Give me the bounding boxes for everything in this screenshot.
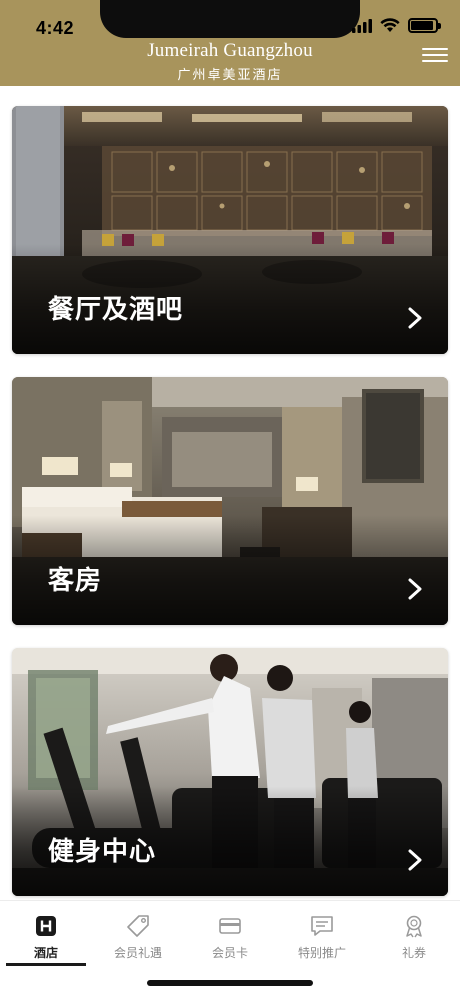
hamburger-menu-icon[interactable]: [422, 46, 448, 64]
chevron-right-icon: [408, 307, 422, 329]
card-restaurant-bar[interactable]: 餐厅及酒吧: [12, 106, 448, 354]
card-label: 客房: [48, 565, 103, 595]
chevron-right-icon: [408, 849, 422, 871]
tab-label: 特别推广: [297, 946, 346, 960]
tab-vouchers[interactable]: 礼券: [368, 901, 460, 966]
tab-label: 会员礼遇: [113, 946, 162, 960]
bottom-tab-bar: 酒店 会员礼遇 会员卡 特别推广 礼券: [0, 900, 460, 966]
tab-label: 会员卡: [211, 946, 248, 960]
tab-label: 礼券: [401, 946, 426, 960]
award-ribbon-icon: [406, 915, 422, 938]
card-icon: [219, 918, 241, 934]
app-header: 4:42 Jumeirah Guangzhou 广州卓美亚酒店: [0, 0, 460, 86]
message-icon: [311, 916, 333, 936]
device-notch: [100, 0, 360, 38]
hotel-h-icon: [36, 916, 56, 936]
tab-label: 酒店: [33, 946, 58, 960]
tab-member-card[interactable]: 会员卡: [184, 901, 276, 966]
card-label: 餐厅及酒吧: [48, 294, 184, 324]
brand-name-chinese: 广州卓美亚酒店: [177, 67, 283, 82]
tab-hotel[interactable]: 酒店: [0, 901, 92, 966]
tab-special-promotions[interactable]: 特别推广: [276, 901, 368, 966]
home-indicator[interactable]: [147, 980, 313, 986]
card-fitness-center[interactable]: 健身中心: [12, 648, 448, 896]
wifi-icon: [380, 18, 400, 32]
battery-icon: [408, 18, 441, 33]
signal-icon: [352, 18, 372, 33]
chevron-right-icon: [408, 578, 422, 600]
card-label: 健身中心: [48, 836, 157, 866]
brand-name-english: Jumeirah Guangzhou: [147, 40, 313, 61]
tab-member-benefits[interactable]: 会员礼遇: [92, 901, 184, 966]
card-guest-room[interactable]: 客房: [12, 377, 448, 625]
tag-icon: [127, 915, 149, 937]
status-time: 4:42: [36, 18, 75, 38]
status-icons: [352, 18, 441, 33]
